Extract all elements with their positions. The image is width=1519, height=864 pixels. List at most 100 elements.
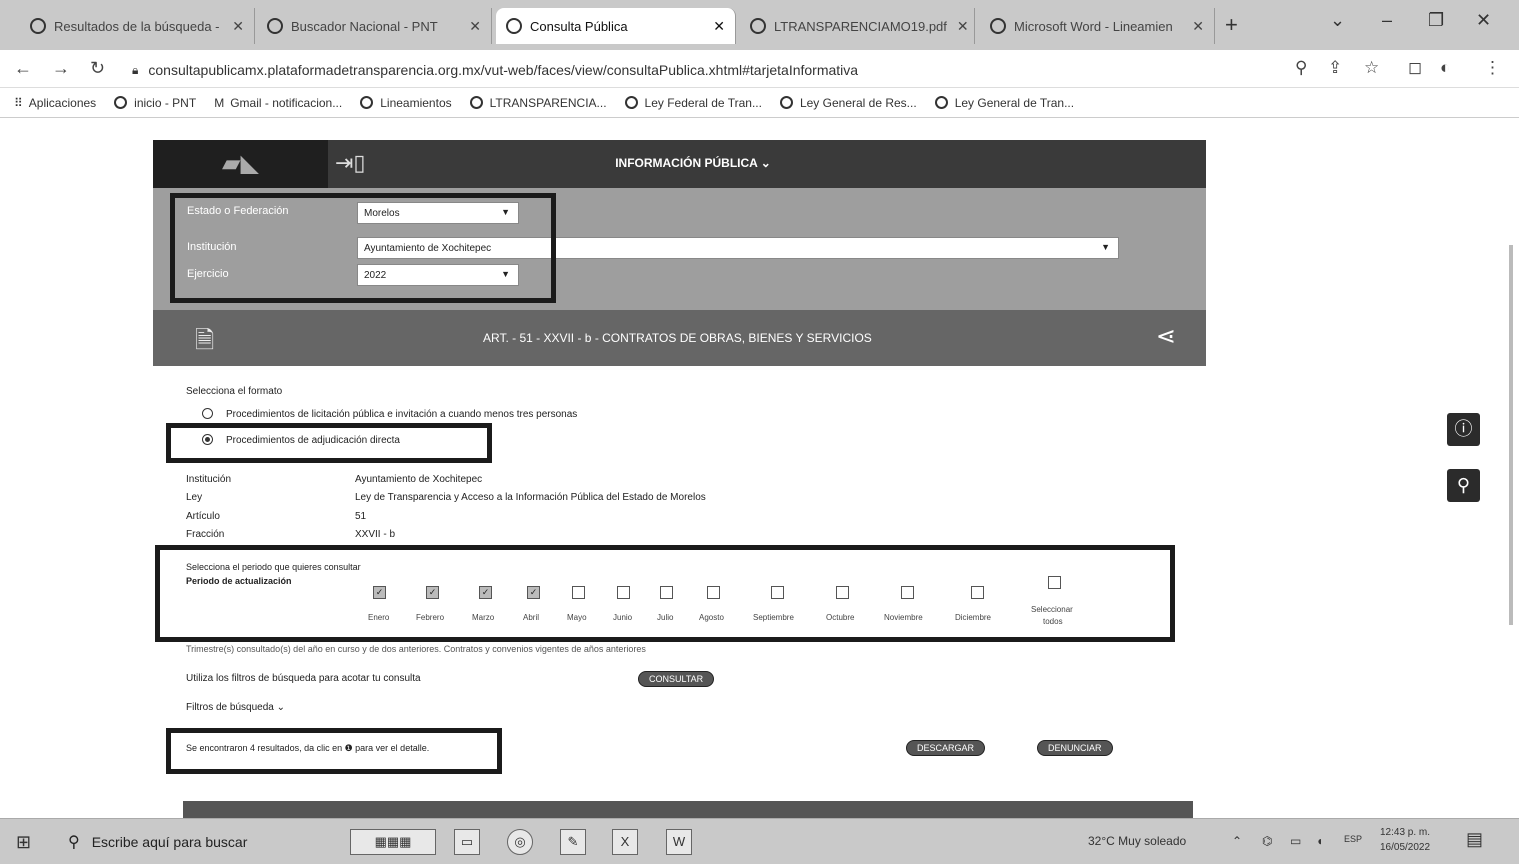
radio-licitacion-label[interactable]: Procedimientos de licitación pública e i… [226,409,577,420]
taskbar: ⊞ ⚲ Escribe aquí para buscar ▦▦▦ ▭ ◎ ✎ X… [0,818,1519,864]
profile-icon[interactable]: ◐ [1440,58,1450,78]
close-window-button[interactable]: ✕ [1476,10,1491,31]
bookmarks-bar: ⠿ Aplicaciones inicio - PNT M Gmail - no… [0,88,1519,118]
detail-institucion-value: Ayuntamiento de Xochitepec [355,474,483,485]
tab-pdf[interactable]: LTRANSPARENCIAMO19.pdf ✕ [740,8,975,44]
magnifier-icon[interactable]: ⚲ [1447,469,1480,502]
maximize-button[interactable]: ❐ [1428,10,1444,31]
address-bar: ← → ↻ 🔒︎ consultapublicamx.plataformadet… [0,50,1519,88]
chevron-down-icon: ▼ [1101,242,1110,252]
close-tab-icon[interactable]: ✕ [947,18,969,35]
seal-icon [779,96,793,109]
bookmark-label: Aplicaciones [28,95,97,110]
network-icon[interactable]: ⌬ [1262,834,1272,848]
tab-label: Consulta Pública [530,18,628,34]
bookmark-apps[interactable]: ⠿ Aplicaciones [14,96,96,110]
weather-text[interactable]: 32°C Muy soleado [1088,834,1186,848]
globe-icon [624,96,638,109]
zoom-icon[interactable]: ⚲ [1295,58,1307,78]
share-page-icon[interactable]: ⇪ [1328,58,1342,78]
notifications-icon[interactable]: ▤ [1466,829,1483,850]
login-icon[interactable]: ⇥▯ [335,150,366,176]
word-icon[interactable]: W [666,829,692,855]
tab-buscador[interactable]: Buscador Nacional - PNT ✕ [257,8,492,44]
clock[interactable]: 12:43 p. m. 16/05/2022 [1380,825,1430,855]
bookmark-ley-federal[interactable]: Ley Federal de Tran... [624,95,762,110]
close-tab-icon[interactable]: ✕ [222,18,244,35]
reload-icon[interactable]: ↻ [90,58,105,79]
bookmark-gmail[interactable]: M Gmail - notificacion... [214,96,342,110]
bookmark-lineamientos[interactable]: Lineamientos [360,95,452,110]
close-tab-icon[interactable]: ✕ [459,18,481,35]
info-publica-menu[interactable]: INFORMACIÓN PÚBLICA ⌄ [593,156,793,170]
url-field[interactable]: 🔒︎ consultapublicamx.plataformadetranspa… [132,56,1282,84]
site-header: ▰◣ ⇥▯ INFORMACIÓN PÚBLICA ⌄ [153,140,1206,188]
lock-icon: 🔒︎ [132,62,139,77]
windows-start-icon[interactable]: ⊞ [16,832,31,853]
detail-articulo-value: 51 [355,511,367,522]
tab-resultados[interactable]: Resultados de la búsqueda - ✕ [20,8,255,44]
highlight-box-filters [170,193,556,303]
url-text: consultapublicamx.plataformadetransparen… [148,62,859,78]
tab-label: Resultados de la búsqueda - [54,18,220,34]
mail-icon [30,18,46,34]
globe-icon [750,18,766,34]
bookmark-ltransparencia[interactable]: LTRANSPARENCIA... [469,95,607,110]
new-tab-button[interactable]: + [1225,12,1238,38]
back-icon[interactable]: ← [14,58,32,79]
detail-institucion-label: Institución [186,474,232,485]
forward-icon[interactable]: → [52,58,70,79]
menu-icon[interactable]: ⋮ [1484,58,1501,78]
highlight-box-period [155,545,1175,642]
volume-icon[interactable]: ◖ [1316,834,1323,848]
share-icon[interactable]: ⋖ [1156,322,1176,351]
results-table-header [183,801,1193,818]
seal-icon [934,96,948,109]
bookmark-ley-general-tran[interactable]: Ley General de Tran... [934,96,1074,110]
sidepanel-icon[interactable]: ◻ [1408,58,1422,78]
excel-icon[interactable]: X [612,829,638,855]
detail-articulo-label: Artículo [186,511,220,522]
detail-fraccion-value: XXVII - b [355,529,396,540]
site-logo[interactable]: ▰◣ [153,140,328,188]
tab-word[interactable]: Microsoft Word - Lineamien ✕ [980,8,1215,44]
news-widget-icon[interactable]: ▦▦▦ [350,829,436,855]
explorer-icon[interactable]: ▭ [454,829,480,855]
minimize-button[interactable]: – [1382,10,1392,31]
close-tab-icon[interactable]: ✕ [703,18,725,35]
taskbar-search[interactable]: ⚲ Escribe aquí para buscar [58,824,358,860]
monitor-icon[interactable]: ▭ [1290,834,1301,848]
pen-app-icon[interactable]: ✎ [560,829,586,855]
scrollbar[interactable] [1509,245,1513,625]
tray-chevron-icon[interactable]: ⌃ [1232,834,1242,848]
pnt-icon [114,96,128,109]
tab-consulta-publica[interactable]: Consulta Pública ✕ [496,8,736,44]
tab-strip: Resultados de la búsqueda - ✕ Buscador N… [0,0,1519,50]
tab-label: LTRANSPARENCIAMO19.pdf [774,18,947,34]
bookmark-ley-general-res[interactable]: Ley General de Res... [779,96,917,110]
bookmark-label: Lineamientos [380,95,452,110]
denunciar-button[interactable]: DENUNCIAR [1037,740,1113,756]
detail-ley-label: Ley [186,492,203,503]
close-tab-icon[interactable]: ✕ [1182,18,1204,35]
bookmark-inicio-pnt[interactable]: inicio - PNT [114,96,196,110]
gmail-icon: M [214,95,225,110]
clock-time: 12:43 p. m. [1380,827,1431,838]
star-icon[interactable]: ☆ [1364,58,1379,78]
info-icon[interactable]: ⓘ [1447,413,1480,446]
consultar-button[interactable]: CONSULTAR [638,671,715,687]
descargar-button[interactable]: DESCARGAR [906,740,986,756]
tab-search-icon[interactable]: ⌄ [1330,10,1345,31]
page-content: ▰◣ ⇥▯ INFORMACIÓN PÚBLICA ⌄ Estado o Fed… [0,118,1519,818]
search-filters-toggle[interactable]: Filtros de búsqueda ⌄ [186,702,285,713]
globe-icon [469,96,483,109]
chrome-icon[interactable]: ◎ [507,829,533,855]
radio-licitacion[interactable] [202,408,213,419]
tab-label: Buscador Nacional - PNT [291,18,438,34]
section-title-band: 🗎︎ ART. - 51 - XXVII - b - CONTRATOS DE … [153,310,1206,366]
language-indicator[interactable]: ESP [1344,834,1362,844]
globe-icon [990,18,1006,34]
tab-label: Microsoft Word - Lineamien [1014,18,1173,34]
bookmark-label: Ley Federal de Tran... [644,95,762,110]
bookmark-label: LTRANSPARENCIA... [489,95,607,110]
